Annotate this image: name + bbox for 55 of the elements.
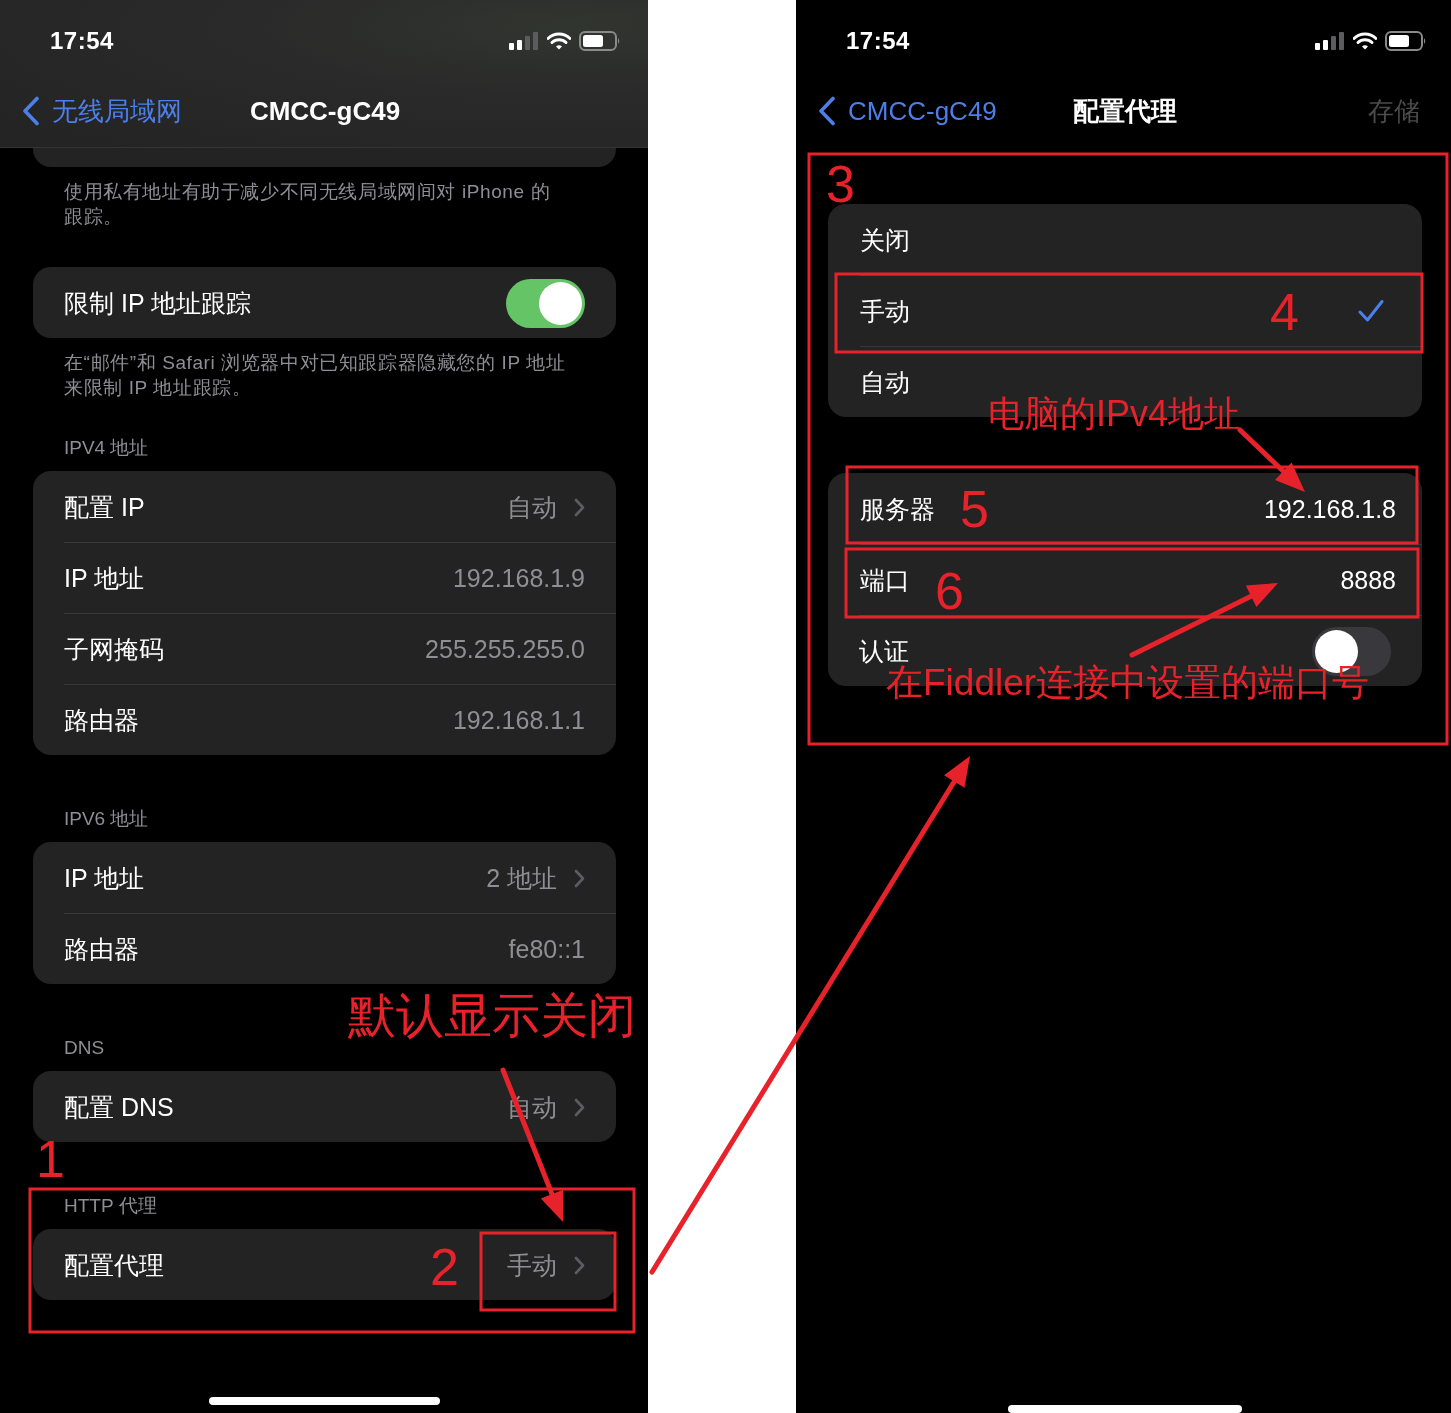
annotation-text: 在Fiddler连接中设置的端口号 (886, 664, 1370, 701)
row-value: 255.255.255.0 (425, 634, 585, 664)
input-field[interactable]: 8888 (1340, 565, 1396, 595)
section-header: HTTP 代理 (64, 1194, 157, 1218)
wifi-icon (1353, 31, 1377, 50)
back-chevron-icon (818, 96, 836, 127)
status-time: 17:54 (846, 26, 910, 55)
annotation-text: 默认显示关闭 (348, 992, 636, 1040)
step-number: 6 (935, 565, 964, 617)
row-label: 配置 DNS (64, 1091, 174, 1123)
footer-note: 使用私有地址有助于减少不同无线局域网间对 iPhone 的跟踪。 (63, 180, 552, 229)
row-label: 路由器 (64, 704, 139, 736)
row-value: 自动 (507, 491, 557, 523)
footer-note: 在“邮件”和 Safari 浏览器中对已知跟踪器隐藏您的 IP 地址来限制 IP 地址跟踪。 (63, 351, 567, 400)
signal-icon (509, 31, 539, 50)
row-label: 配置 IP (64, 491, 145, 523)
back-chevron-icon (22, 96, 40, 127)
row-label: 路由器 (64, 933, 139, 965)
nav-title: 配置代理 (1072, 94, 1177, 128)
row-label: 限制 IP 地址跟踪 (64, 287, 252, 319)
arrow (1237, 427, 1305, 492)
status-time: 17:54 (50, 26, 114, 55)
battery-icon (1385, 30, 1427, 51)
row-value: 192.168.1.9 (452, 563, 585, 593)
annotation-text: 电脑的IPv4地址 (988, 396, 1241, 432)
section-header: DNS (64, 1036, 105, 1060)
nav-title: CMCC-gC49 (249, 95, 401, 127)
section-header: IPV6 地址 (64, 807, 149, 831)
row-label: IP 地址 (64, 862, 145, 894)
row-label: 端口 (860, 564, 910, 596)
row-label: 服务器 (860, 493, 935, 525)
row-value: fe80::1 (508, 934, 585, 964)
option-label[interactable]: 关闭 (860, 223, 910, 257)
row-label: 子网掩码 (64, 633, 164, 665)
row-value: 手动 (507, 1249, 557, 1281)
step-number: 2 (430, 1241, 459, 1293)
step-number: 4 (1270, 286, 1299, 338)
row-value: 192.168.1.1 (452, 705, 585, 735)
row-value: 2 地址 (486, 862, 557, 894)
signal-icon (1315, 31, 1345, 50)
back-button[interactable]: 无线局域网 (22, 93, 182, 129)
option-label[interactable]: 手动 (860, 294, 910, 328)
input-field[interactable]: 192.168.1.8 (1263, 494, 1396, 524)
back-button[interactable]: CMCC-gC49 (818, 95, 997, 127)
option-label[interactable]: 自动 (860, 365, 910, 399)
row-label: 配置代理 (64, 1249, 164, 1281)
wifi-icon (547, 31, 571, 50)
row-label: IP 地址 (64, 562, 145, 594)
step-number: 1 (36, 1133, 65, 1185)
step-number: 5 (960, 483, 989, 535)
row-label: 认证 (859, 635, 909, 665)
battery-icon (579, 30, 621, 51)
step-number: 3 (826, 158, 855, 210)
section-header: IPV4 地址 (64, 436, 149, 460)
toggle-switch[interactable] (506, 278, 585, 328)
